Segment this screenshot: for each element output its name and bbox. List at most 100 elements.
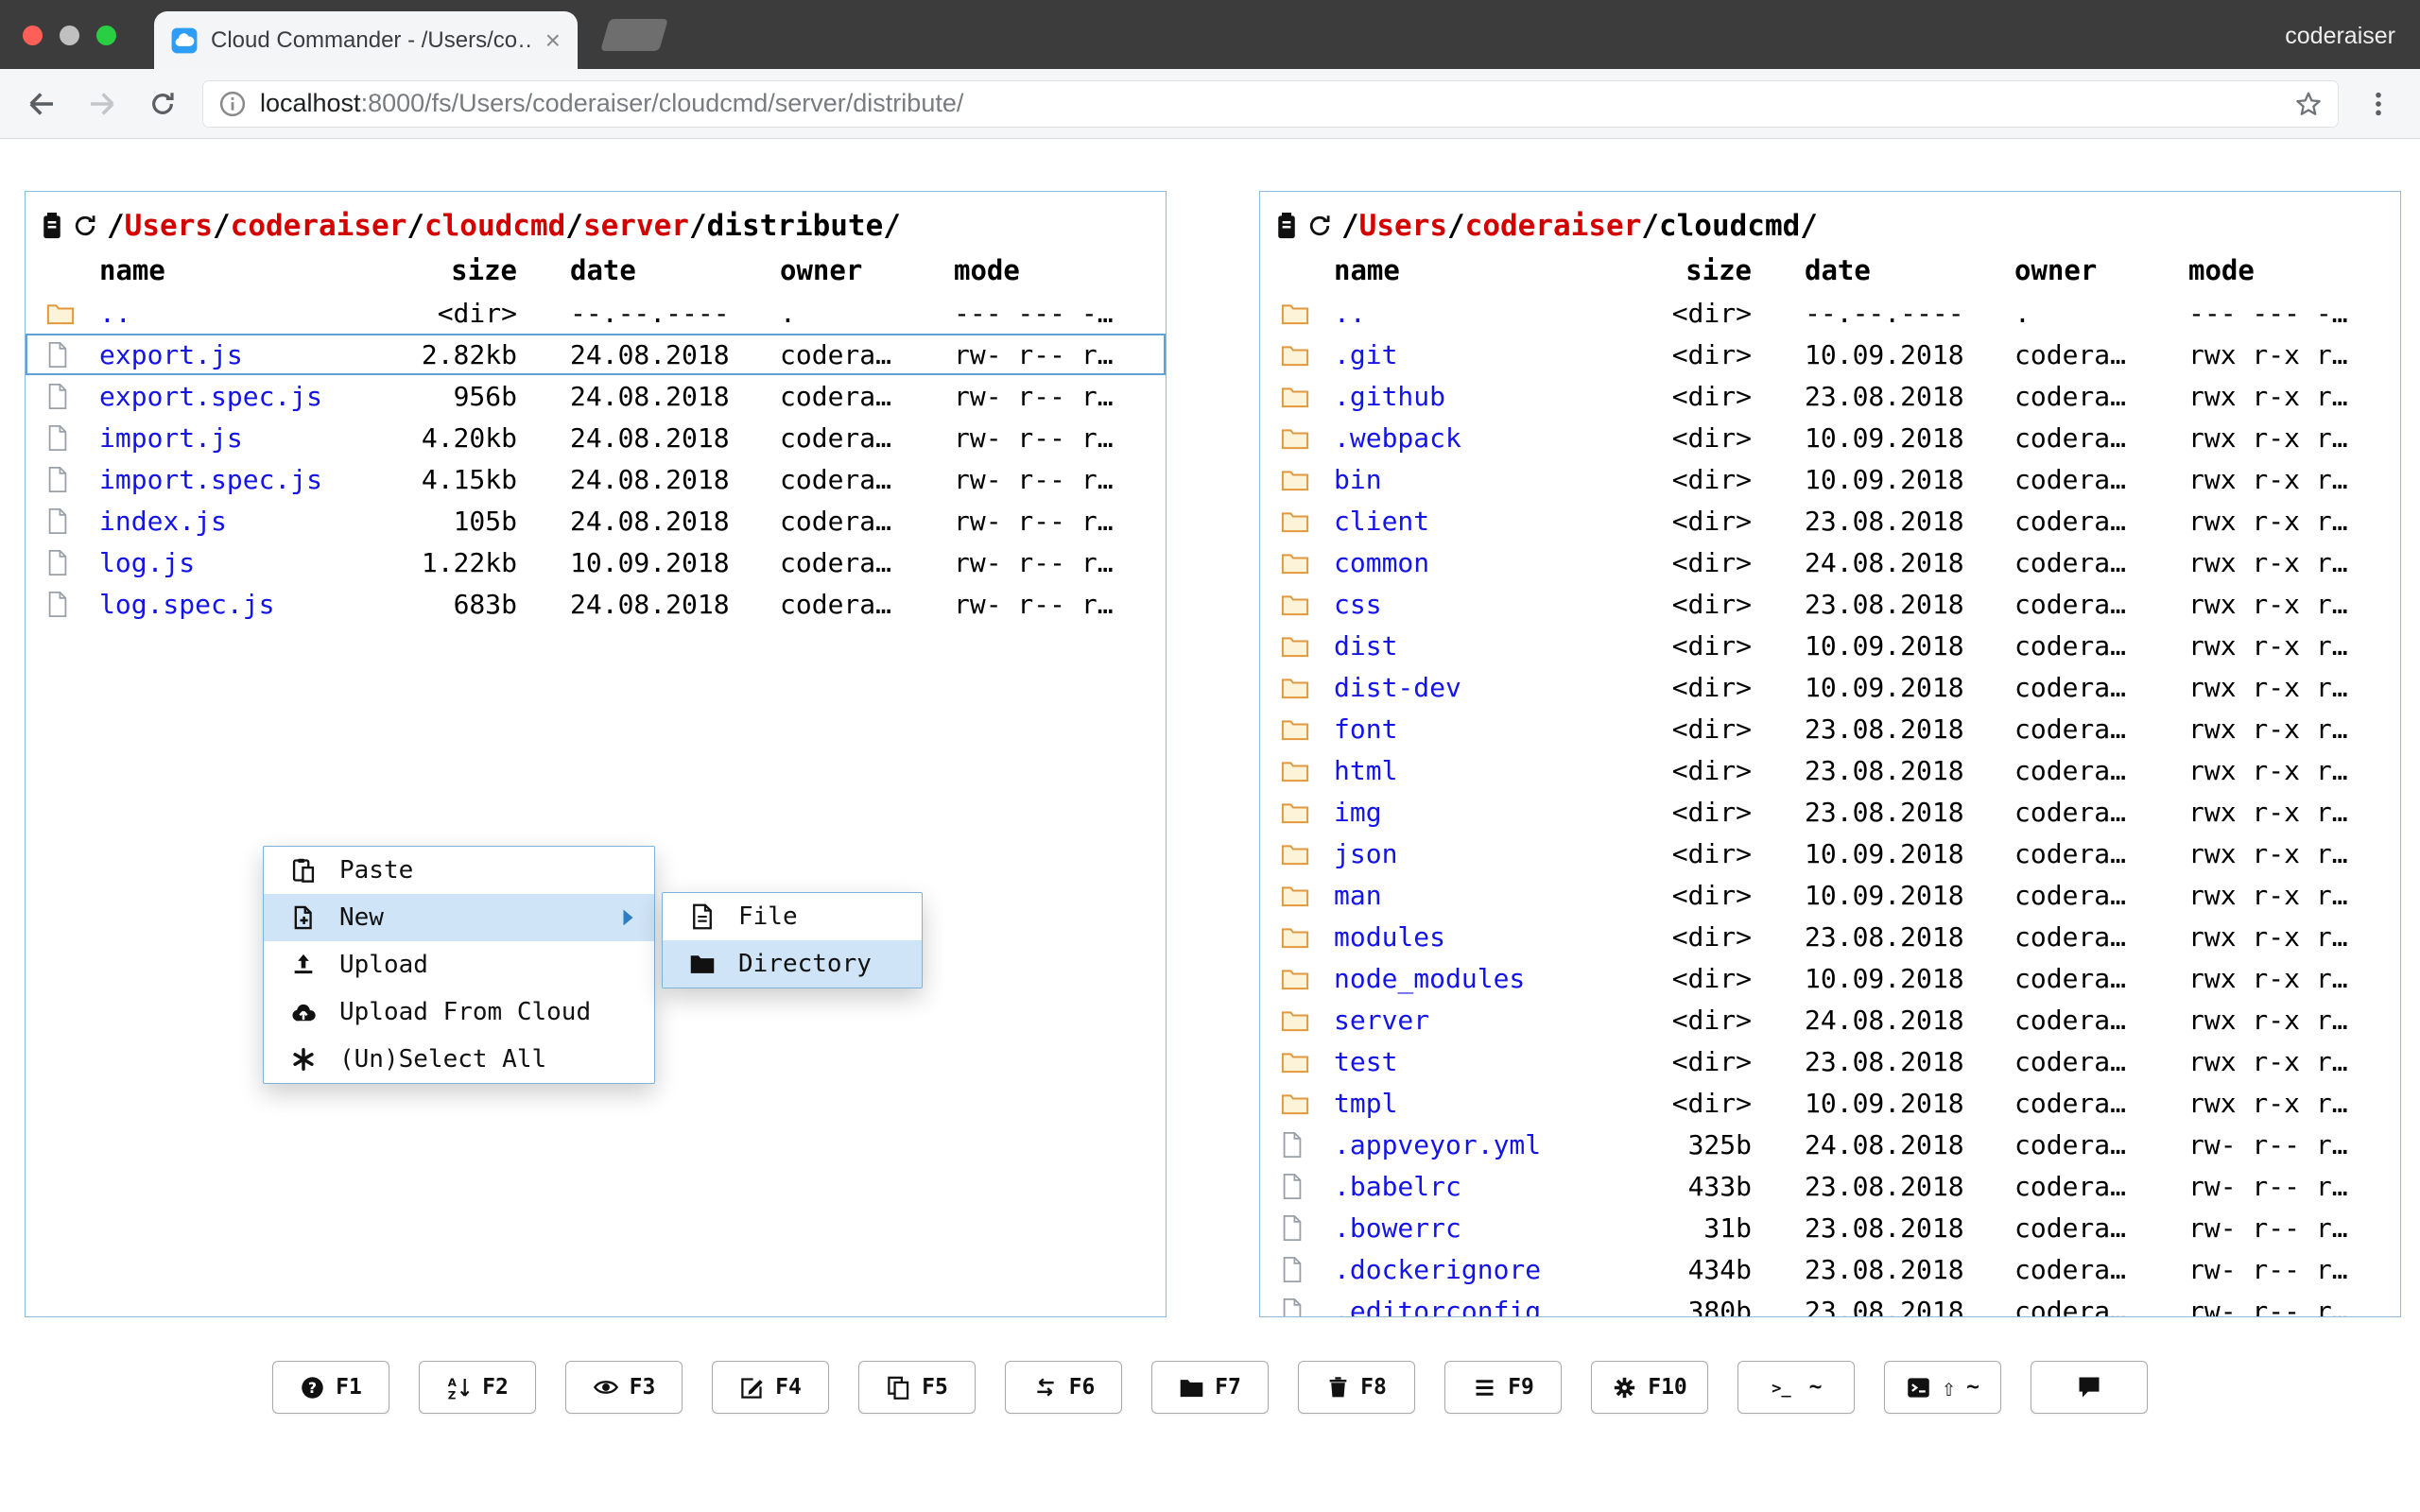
file-name-link[interactable]: test [1334, 1046, 1606, 1077]
path-segment-link[interactable]: server [583, 209, 689, 243]
file-name-link[interactable]: client [1334, 506, 1606, 537]
file-row[interactable]: ..<dir>--.--.----.--- --- -… [26, 292, 1166, 334]
file-row[interactable]: img<dir>23.08.2018codera…rwx r-x r… [1260, 791, 2400, 833]
path-segment-link[interactable]: Users [1359, 209, 1447, 243]
browser-tab[interactable]: Cloud Commander - /Users/co… × [154, 11, 578, 69]
menu-item-upload[interactable]: Upload [264, 941, 654, 988]
col-header-mode[interactable]: mode [914, 254, 1141, 286]
sort-alpha-button[interactable]: AZF2 [419, 1361, 536, 1414]
info-icon[interactable] [218, 90, 247, 118]
file-name-link[interactable]: tmpl [1334, 1088, 1606, 1119]
file-name-link[interactable]: bin [1334, 464, 1606, 495]
terminal-button[interactable]: ⇧~ [1884, 1361, 2001, 1414]
delete-button[interactable]: F8 [1298, 1361, 1415, 1414]
file-row[interactable]: json<dir>10.09.2018codera…rwx r-x r… [1260, 833, 2400, 874]
file-name-link[interactable]: export.js [99, 339, 372, 370]
file-row[interactable]: man<dir>10.09.2018codera…rwx r-x r… [1260, 874, 2400, 916]
new-tab-button[interactable] [600, 19, 668, 51]
file-row[interactable]: common<dir>24.08.2018codera…rwx r-x r… [1260, 541, 2400, 583]
file-row[interactable]: export.js2.82kb24.08.2018codera…rw- r-- … [26, 334, 1166, 375]
storage-icon[interactable] [1275, 212, 1298, 240]
console-button[interactable]: >_~ [1737, 1361, 1855, 1414]
file-row[interactable]: node_modules<dir>10.09.2018codera…rwx r-… [1260, 957, 2400, 999]
file-name-link[interactable]: .. [99, 298, 372, 329]
file-row[interactable]: index.js105b24.08.2018codera…rw- r-- r… [26, 500, 1166, 541]
file-name-link[interactable]: export.spec.js [99, 381, 372, 412]
refresh-icon[interactable] [72, 213, 98, 239]
zoom-window-button[interactable] [96, 26, 116, 45]
file-row[interactable]: import.spec.js4.15kb24.08.2018codera…rw-… [26, 458, 1166, 500]
col-header-size[interactable]: size [1606, 254, 1761, 286]
file-name-link[interactable]: import.js [99, 422, 372, 454]
file-name-link[interactable]: dist [1334, 630, 1606, 662]
col-header-mode[interactable]: mode [2149, 254, 2376, 286]
file-name-link[interactable]: .git [1334, 339, 1606, 370]
file-row[interactable]: server<dir>24.08.2018codera…rwx r-x r… [1260, 999, 2400, 1040]
url-text[interactable]: localhost:8000/fs/Users/coderaiser/cloud… [260, 89, 2281, 118]
file-name-link[interactable]: .webpack [1334, 422, 1606, 454]
file-row[interactable]: .editorconfig380b23.08.2018codera…rw- r-… [1260, 1290, 2400, 1317]
edit-button[interactable]: F4 [712, 1361, 829, 1414]
path-segment-link[interactable]: coderaiser [231, 209, 407, 243]
file-name-link[interactable]: html [1334, 755, 1606, 786]
file-row[interactable]: css<dir>23.08.2018codera…rwx r-x r… [1260, 583, 2400, 625]
file-row[interactable]: log.spec.js683b24.08.2018codera…rw- r-- … [26, 583, 1166, 625]
file-row[interactable]: .babelrc433b23.08.2018codera…rw- r-- r… [1260, 1165, 2400, 1207]
file-name-link[interactable]: img [1334, 797, 1606, 828]
menu-item-new[interactable]: New [264, 894, 654, 941]
minimize-window-button[interactable] [60, 26, 79, 45]
menu-button[interactable]: F9 [1444, 1361, 1562, 1414]
help-button[interactable]: ?F1 [272, 1361, 389, 1414]
file-name-link[interactable]: import.spec.js [99, 464, 372, 495]
file-row[interactable]: import.js4.20kb24.08.2018codera…rw- r-- … [26, 417, 1166, 458]
file-row[interactable]: dist<dir>10.09.2018codera…rwx r-x r… [1260, 625, 2400, 666]
menu-item-file[interactable]: File [663, 893, 922, 940]
file-row[interactable]: log.js1.22kb10.09.2018codera…rw- r-- r… [26, 541, 1166, 583]
file-row[interactable]: export.spec.js956b24.08.2018codera…rw- r… [26, 375, 1166, 417]
file-name-link[interactable]: log.js [99, 547, 372, 578]
file-name-link[interactable]: .dockerignore [1334, 1254, 1606, 1285]
col-header-owner[interactable]: owner [736, 254, 914, 286]
file-row[interactable]: modules<dir>23.08.2018codera…rwx r-x r… [1260, 916, 2400, 957]
file-name-link[interactable]: .babelrc [1334, 1171, 1606, 1202]
col-header-name[interactable]: name [99, 254, 372, 286]
file-row[interactable]: ..<dir>--.--.----.--- --- -… [1260, 292, 2400, 334]
path-segment-link[interactable]: cloudcmd [424, 209, 565, 243]
path-segment-link[interactable]: coderaiser [1465, 209, 1642, 243]
file-name-link[interactable]: font [1334, 713, 1606, 745]
storage-icon[interactable] [41, 212, 63, 240]
file-row[interactable]: dist-dev<dir>10.09.2018codera…rwx r-x r… [1260, 666, 2400, 708]
col-header-name[interactable]: name [1334, 254, 1606, 286]
file-name-link[interactable]: .appveyor.yml [1334, 1129, 1606, 1160]
file-name-link[interactable]: .. [1334, 298, 1606, 329]
back-icon[interactable] [21, 83, 62, 125]
reload-icon[interactable] [142, 83, 183, 125]
col-header-date[interactable]: date [1761, 254, 1971, 286]
file-row[interactable]: bin<dir>10.09.2018codera…rwx r-x r… [1260, 458, 2400, 500]
tab-close-icon[interactable]: × [545, 27, 561, 54]
col-header-date[interactable]: date [527, 254, 736, 286]
menu-item-upload-from-cloud[interactable]: Upload From Cloud [264, 988, 654, 1036]
star-icon[interactable] [2294, 90, 2323, 118]
file-name-link[interactable]: node_modules [1334, 963, 1606, 994]
config-button[interactable]: F10 [1591, 1361, 1708, 1414]
file-row[interactable]: html<dir>23.08.2018codera…rwx r-x r… [1260, 749, 2400, 791]
file-name-link[interactable]: css [1334, 589, 1606, 620]
col-header-size[interactable]: size [372, 254, 527, 286]
menu-item-paste[interactable]: Paste [264, 847, 654, 894]
file-name-link[interactable]: dist-dev [1334, 672, 1606, 703]
file-row[interactable]: tmpl<dir>10.09.2018codera…rwx r-x r… [1260, 1082, 2400, 1124]
file-name-link[interactable]: .bowerrc [1334, 1212, 1606, 1244]
file-name-link[interactable]: .editorconfig [1334, 1296, 1606, 1318]
file-name-link[interactable]: common [1334, 547, 1606, 578]
file-name-link[interactable]: modules [1334, 921, 1606, 953]
menu-item-un-select-all[interactable]: (Un)Select All [264, 1036, 654, 1083]
file-name-link[interactable]: log.spec.js [99, 589, 372, 620]
file-name-link[interactable]: json [1334, 838, 1606, 869]
file-row[interactable]: client<dir>23.08.2018codera…rwx r-x r… [1260, 500, 2400, 541]
address-bar[interactable]: localhost:8000/fs/Users/coderaiser/cloud… [202, 80, 2339, 128]
file-row[interactable]: .bowerrc31b23.08.2018codera…rw- r-- r… [1260, 1207, 2400, 1248]
col-header-owner[interactable]: owner [1971, 254, 2149, 286]
eye-button[interactable]: F3 [565, 1361, 683, 1414]
close-window-button[interactable] [23, 26, 43, 45]
